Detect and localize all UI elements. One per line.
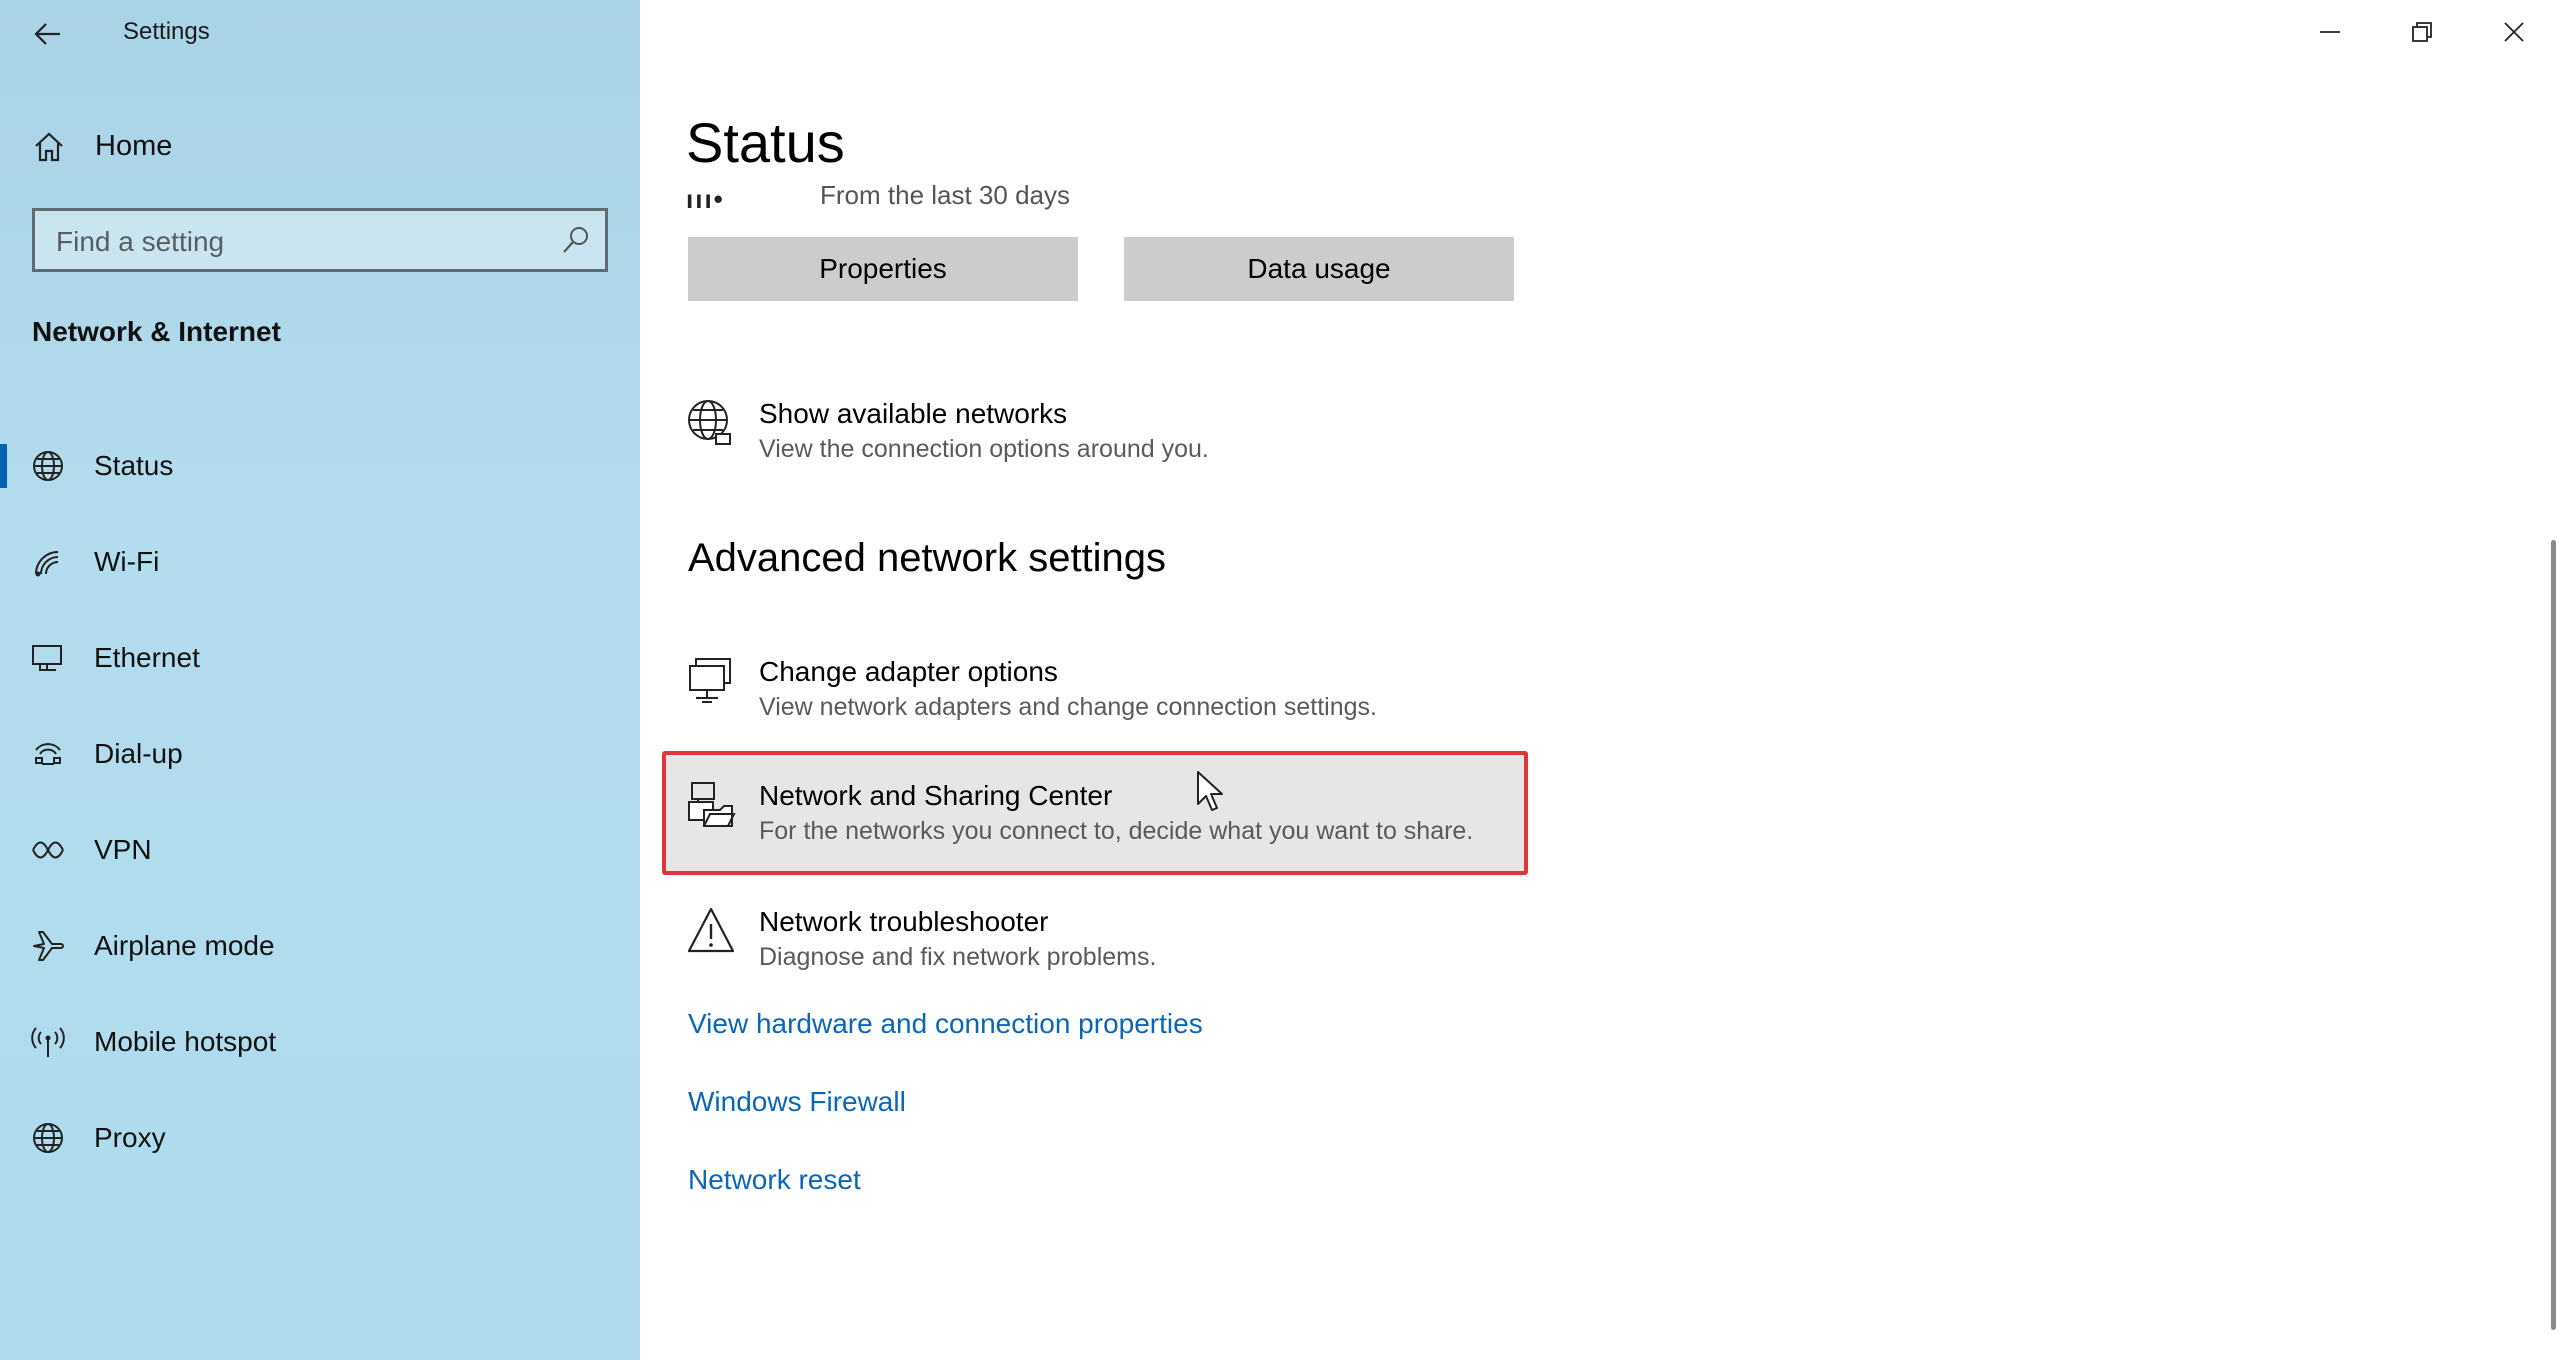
close-button[interactable] (2468, 0, 2560, 64)
adapter-icon (689, 658, 731, 703)
sidebar: Settings Home Find a setting Network & I… (0, 0, 640, 1360)
properties-button[interactable]: Properties (688, 237, 1078, 301)
search-placeholder: Find a setting (56, 226, 225, 257)
page-title: Status (686, 111, 845, 174)
network-sharing-center[interactable]: Network and Sharing Center For the netwo… (686, 780, 1552, 850)
titlebar: Settings (0, 0, 640, 66)
search-icon (563, 227, 588, 253)
sidebar-item-label: VPN (94, 834, 152, 865)
windows-firewall-link[interactable]: Windows Firewall (688, 1086, 906, 1118)
minimize-icon (2320, 31, 2340, 33)
sidebar-item-status[interactable]: Status (0, 418, 640, 514)
sidebar-item-label: Proxy (94, 1122, 166, 1153)
dialup-icon (35, 743, 61, 765)
sidebar-item-vpn[interactable]: VPN (0, 802, 640, 898)
close-icon (2504, 22, 2524, 42)
active-indicator (0, 444, 7, 488)
advanced-settings-heading: Advanced network settings (688, 536, 1167, 580)
sharing-center-icon (688, 782, 736, 827)
minimize-button[interactable] (2284, 0, 2376, 64)
setting-title: Change adapter options (759, 656, 1058, 687)
hotspot-icon (31, 1027, 65, 1057)
sidebar-item-label: Mobile hotspot (94, 1026, 277, 1057)
sidebar-item-label: Airplane mode (94, 930, 275, 961)
sidebar-item-dialup[interactable]: Dial-up (0, 706, 640, 802)
globe-icon (33, 1123, 63, 1153)
section-title: Network & Internet (32, 316, 281, 347)
warning-icon (687, 907, 735, 953)
back-arrow-icon (34, 23, 60, 45)
sidebar-item-airplane[interactable]: Airplane mode (0, 898, 640, 994)
sidebar-item-label: Wi-Fi (94, 546, 160, 577)
wifi-icon (35, 551, 59, 577)
ethernet-icon (32, 645, 62, 671)
network-reset-link[interactable]: Network reset (688, 1164, 861, 1196)
vpn-icon (32, 841, 64, 859)
sidebar-nav: Status Wi-Fi Ethernet Dial-up VPN Airpla… (0, 418, 640, 1186)
settings-window: Settings Home Find a setting Network & I… (0, 0, 2560, 1360)
network-troubleshooter[interactable]: Network troubleshooter Diagnose and fix … (686, 906, 1552, 976)
setting-description: View the connection options around you. (759, 435, 1209, 463)
app-title: Settings (123, 18, 210, 45)
sidebar-item-label: Status (94, 450, 174, 481)
sidebar-item-label: Home (95, 130, 173, 162)
window-controls (2284, 0, 2560, 66)
back-button[interactable] (20, 12, 76, 56)
setting-description: For the networks you connect to, decide … (759, 817, 1474, 845)
setting-title: Show available networks (759, 398, 1068, 429)
main-content: Status ııı• From the last 30 days Proper… (640, 0, 2560, 1360)
setting-description: View network adapters and change connect… (759, 693, 1377, 721)
setting-description: Diagnose and fix network problems. (759, 943, 1157, 971)
home-icon (35, 132, 63, 162)
airplane-icon (33, 931, 64, 961)
scrollbar[interactable] (2551, 540, 2556, 1330)
data-usage-button[interactable]: Data usage (1124, 237, 1514, 301)
mouse-cursor-icon (1197, 771, 1223, 811)
setting-title: Network and Sharing Center (759, 780, 1113, 811)
hardware-properties-link[interactable]: View hardware and connection properties (688, 1008, 1203, 1040)
sidebar-item-label: Dial-up (94, 738, 183, 769)
globe-icon (33, 451, 63, 481)
restore-icon (2412, 22, 2432, 42)
sidebar-item-wifi[interactable]: Wi-Fi (0, 514, 640, 610)
globe-network-icon (688, 400, 731, 445)
usage-period-text: From the last 30 days (820, 180, 1070, 210)
change-adapter-options[interactable]: Change adapter options View network adap… (686, 656, 1552, 726)
show-available-networks[interactable]: Show available networks View the connect… (686, 398, 1552, 468)
usage-bars-icon: ııı• (686, 184, 725, 214)
sidebar-item-home[interactable]: Home (0, 116, 640, 178)
sidebar-item-label: Ethernet (94, 642, 200, 673)
sidebar-item-hotspot[interactable]: Mobile hotspot (0, 994, 640, 1090)
sidebar-item-ethernet[interactable]: Ethernet (0, 610, 640, 706)
setting-title: Network troubleshooter (759, 906, 1049, 937)
restore-button[interactable] (2376, 0, 2468, 64)
search-input[interactable]: Find a setting (32, 208, 608, 272)
sidebar-item-proxy[interactable]: Proxy (0, 1090, 640, 1186)
